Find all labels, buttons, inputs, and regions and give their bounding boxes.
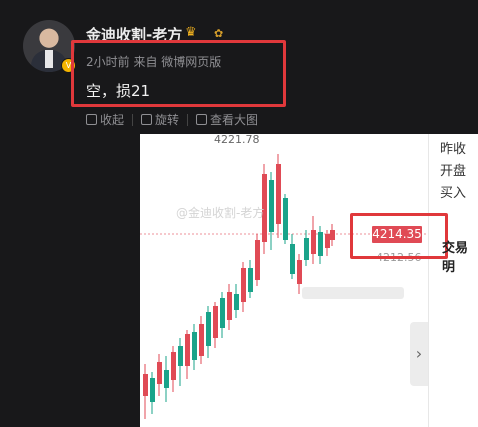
collapse-button[interactable]: 收起	[86, 111, 124, 128]
candle-body	[164, 370, 169, 388]
image-actions: 收起 旋转 查看大图	[86, 111, 258, 128]
candle-body	[213, 306, 218, 338]
collapse-icon	[86, 114, 97, 125]
buy-label: 买入	[440, 186, 467, 201]
candle-body	[283, 198, 288, 240]
candle-body	[297, 260, 302, 284]
next-image-button[interactable]: ›	[410, 322, 428, 386]
crown-icon: ♛	[185, 25, 197, 40]
open-label: 开盘	[440, 164, 467, 179]
candle-body	[192, 332, 197, 360]
candle-body	[290, 244, 295, 274]
candle-body	[227, 292, 232, 320]
candle-body	[171, 352, 176, 380]
candle-body	[318, 232, 323, 256]
candle-body	[150, 378, 155, 402]
rotate-label: 旋转	[155, 113, 180, 127]
candle-body	[255, 240, 260, 280]
candle-body	[241, 268, 246, 302]
candle-body	[311, 230, 316, 254]
view-large-button[interactable]: 查看大图	[196, 111, 258, 128]
collapse-label: 收起	[100, 113, 125, 127]
candle-body	[276, 164, 281, 224]
candle-body	[143, 374, 148, 396]
high-price-label: 4221.78	[214, 133, 260, 146]
candle-body	[178, 346, 183, 366]
candle-body	[330, 230, 335, 240]
view-large-icon	[196, 114, 208, 125]
view-large-label: 查看大图	[210, 113, 259, 127]
candle-body	[206, 312, 211, 346]
candle-body	[248, 268, 253, 292]
rotate-button[interactable]: 旋转	[141, 111, 179, 128]
watermark: @金迪收割-老方	[176, 206, 265, 220]
candle-body	[157, 362, 162, 384]
candlestick-chart	[140, 154, 430, 419]
highlight-box-post	[71, 40, 286, 107]
highlight-box-price	[350, 213, 448, 259]
medal-icon: ✿	[214, 27, 224, 40]
candle-body	[304, 238, 309, 260]
candle-body	[325, 234, 330, 248]
blurred-text	[302, 287, 404, 299]
candle-body	[199, 324, 204, 356]
rotate-icon	[141, 114, 153, 125]
prev-close-label: 昨收	[440, 142, 467, 157]
candle-body	[234, 294, 239, 310]
candle-body	[185, 334, 190, 366]
candle-body	[220, 298, 225, 328]
trade-detail-label: 交易明	[442, 241, 469, 275]
candle-body	[269, 180, 274, 232]
